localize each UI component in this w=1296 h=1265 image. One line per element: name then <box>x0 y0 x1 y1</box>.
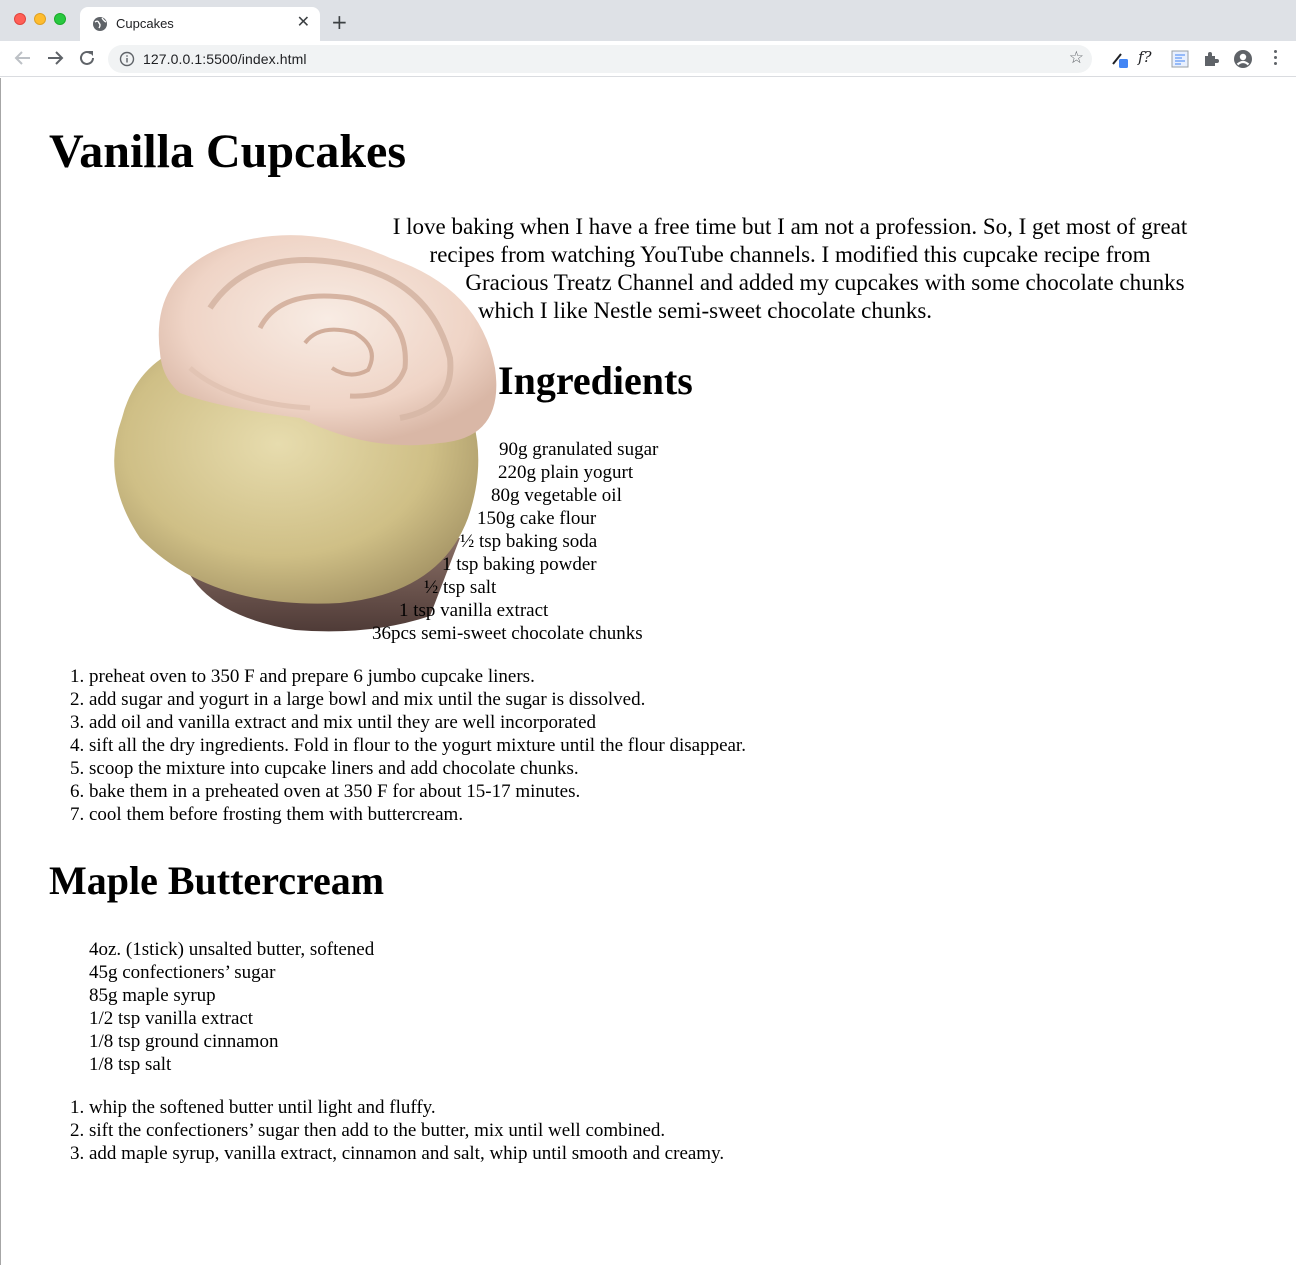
back-arrow-icon[interactable] <box>12 47 34 69</box>
window-edge <box>0 78 1 1265</box>
list-item: add oil and vanilla extract and mix unti… <box>89 711 746 734</box>
tab-title: Cupcakes <box>116 16 174 31</box>
list-item: add maple syrup, vanilla extract, cinnam… <box>89 1142 724 1165</box>
tab-cupcakes[interactable]: Cupcakes ✕ <box>80 7 320 41</box>
list-item: 150g cake flour <box>477 508 597 529</box>
buttercream-heading: Maple Buttercream <box>49 858 385 903</box>
close-window-button[interactable] <box>14 13 26 25</box>
intro-paragraph: I love baking when I have a free time bu… <box>370 213 1210 325</box>
list-item: ½ tsp baking soda <box>460 531 598 552</box>
list-item: 220g plain yogurt <box>498 462 634 483</box>
list-item: ½ tsp salt <box>424 577 497 598</box>
list-item: bake them in a preheated oven at 350 F f… <box>89 780 746 803</box>
list-item: 4oz. (1stick) unsalted butter, softened <box>89 939 375 960</box>
info-icon[interactable] <box>119 51 135 67</box>
intro-line: recipes from watching YouTube channels. … <box>429 242 1151 267</box>
list-item: 1 tsp baking powder <box>442 554 597 575</box>
intro-line: I love baking when I have a free time bu… <box>392 214 1188 239</box>
cupcake-steps-list: preheat oven to 350 F and prepare 6 jumb… <box>49 665 746 826</box>
url-text[interactable]: 127.0.0.1:5500/index.html <box>143 51 307 67</box>
list-item: 36pcs semi-sweet chocolate chunks <box>372 623 643 644</box>
minimize-window-button[interactable] <box>34 13 46 25</box>
list-item: 80g vegetable oil <box>491 485 622 506</box>
buttercream-steps-list: whip the softened butter until light and… <box>49 1096 724 1165</box>
toolbar: 127.0.0.1:5500/index.html ☆ f? <box>0 41 1296 77</box>
more-vert-icon[interactable] <box>1270 50 1280 68</box>
list-item: add sugar and yogurt in a large bowl and… <box>89 688 746 711</box>
star-icon[interactable]: ☆ <box>1069 48 1084 68</box>
list-item: sift the confectioners’ sugar then add t… <box>89 1119 724 1142</box>
list-item: whip the softened butter until light and… <box>89 1096 724 1119</box>
eyedropper-icon[interactable] <box>1110 49 1130 69</box>
buttercream-ingredients-list: 4oz. (1stick) unsalted butter, softened … <box>89 938 374 1076</box>
close-icon[interactable]: ✕ <box>297 13 310 33</box>
forward-arrow-icon[interactable] <box>44 47 66 69</box>
puzzle-icon[interactable] <box>1201 49 1221 69</box>
list-item: 1 tsp vanilla extract <box>399 600 549 621</box>
globe-icon <box>93 17 107 31</box>
list-item: 1/8 tsp ground cinnamon <box>89 1031 279 1052</box>
tab-strip: Cupcakes ✕ + <box>0 0 1296 41</box>
address-bar[interactable]: 127.0.0.1:5500/index.html ☆ <box>108 45 1092 73</box>
list-item: 1/2 tsp vanilla extract <box>89 1008 254 1029</box>
plus-icon[interactable]: + <box>331 10 348 34</box>
ingredients-heading: Ingredients <box>498 358 693 403</box>
list-item: scoop the mixture into cupcake liners an… <box>89 757 746 780</box>
intro-line: Gracious Treatz Channel and added my cup… <box>465 270 1185 295</box>
reload-icon[interactable] <box>76 47 98 69</box>
list-item: sift all the dry ingredients. Fold in fl… <box>89 734 746 757</box>
page-content: Vanilla Cupcakes I love baking when I ha… <box>0 78 1296 1265</box>
list-item: 45g confectioners’ sugar <box>89 962 276 983</box>
profile-icon[interactable] <box>1233 49 1253 69</box>
zoom-window-button[interactable] <box>54 13 66 25</box>
list-item: cool them before frosting them with butt… <box>89 803 746 826</box>
page-title: Vanilla Cupcakes <box>49 125 406 178</box>
list-item: 1/8 tsp salt <box>89 1054 172 1075</box>
font-finder-icon[interactable]: f? <box>1138 48 1152 66</box>
list-item: 85g maple syrup <box>89 985 216 1006</box>
list-item: preheat oven to 350 F and prepare 6 jumb… <box>89 665 746 688</box>
list-item: 90g granulated sugar <box>499 439 659 460</box>
intro-line: which I like Nestle semi-sweet chocolate… <box>477 298 933 323</box>
page-ruler-icon[interactable] <box>1170 49 1190 69</box>
